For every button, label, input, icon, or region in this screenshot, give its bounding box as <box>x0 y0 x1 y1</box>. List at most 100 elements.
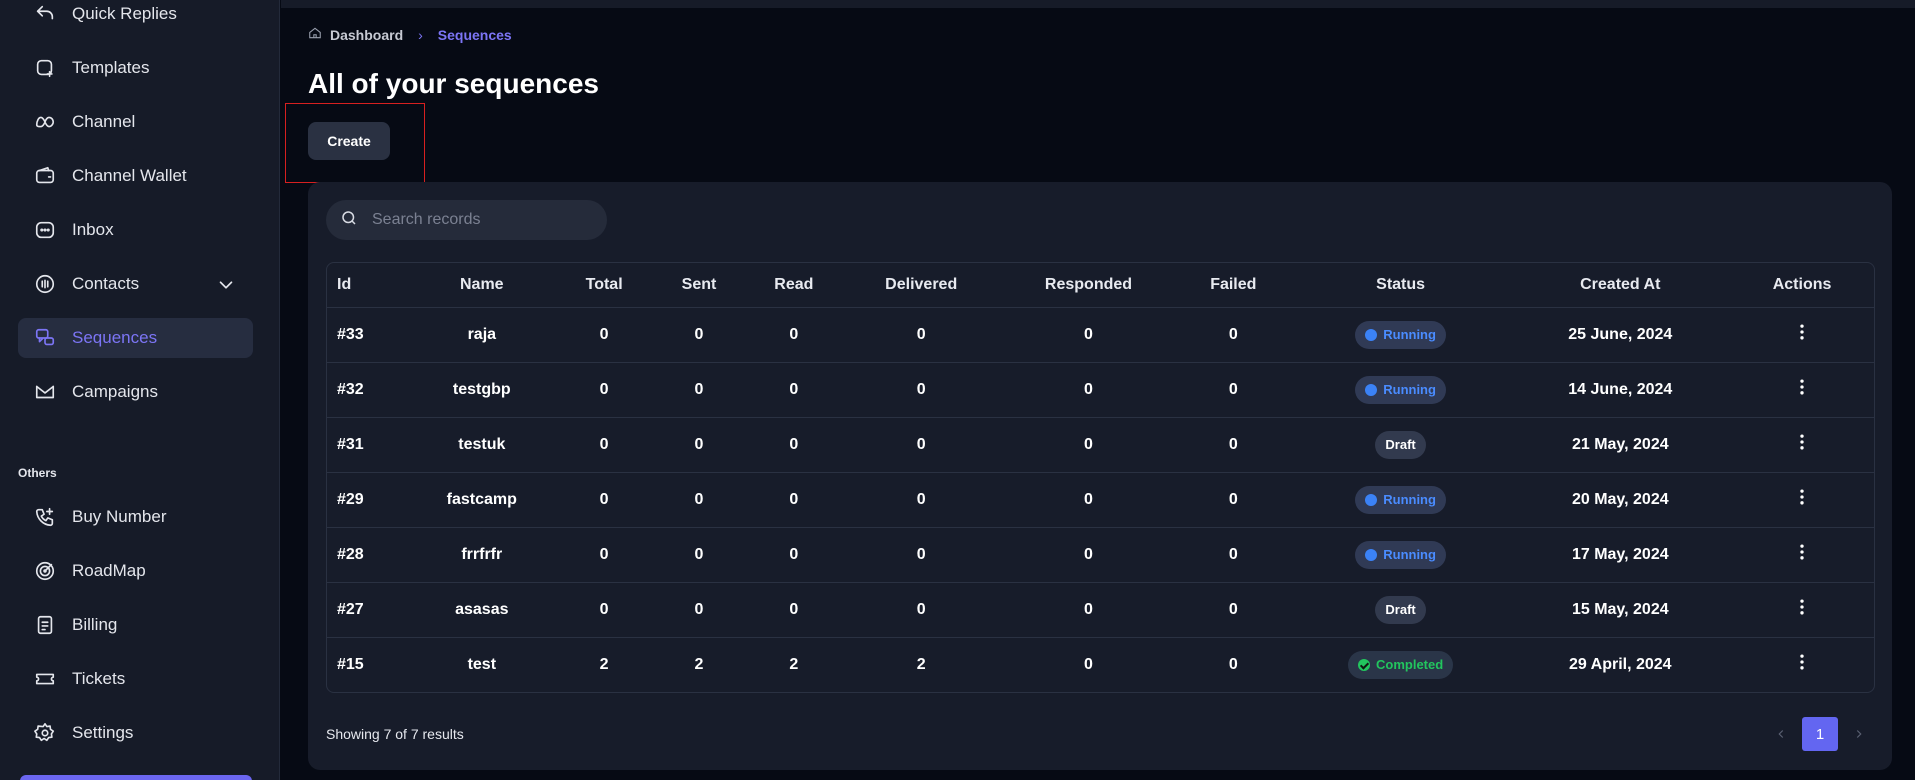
sidebar-item-label: Campaigns <box>72 382 158 401</box>
cell-created-at: 17 May, 2024 <box>1510 526 1731 582</box>
top-bar <box>281 0 1915 8</box>
cell-total: 0 <box>556 306 652 362</box>
cell-created-at: 29 April, 2024 <box>1510 636 1731 692</box>
table-row: #28 frrfrfr 0 0 0 0 0 0 Running 17 May, 2024 <box>327 526 1874 582</box>
cell-sent: 2 <box>651 636 747 692</box>
cell-delivered: 0 <box>841 416 1002 472</box>
campaigns-icon <box>34 381 56 403</box>
sidebar-item-label: Channel Wallet <box>72 166 187 185</box>
sidebar-item-label: Settings <box>72 723 134 742</box>
chevron-down-icon[interactable] <box>215 274 235 294</box>
status-badge: Running <box>1355 540 1446 569</box>
status-label: Running <box>1383 547 1436 562</box>
breadcrumb-current: Sequences <box>437 26 512 43</box>
reply-icon <box>34 3 56 25</box>
sidebar-item-roadmap[interactable]: RoadMap <box>18 551 253 591</box>
cell-read: 0 <box>746 416 842 472</box>
sidebar-item-billing[interactable]: Billing <box>18 605 253 645</box>
status-dot-icon <box>1365 493 1378 506</box>
cell-failed: 0 <box>1175 581 1291 637</box>
cell-responded: 0 <box>1001 636 1176 692</box>
cell-created-at: 20 May, 2024 <box>1510 471 1731 527</box>
sidebar-item-label: Quick Replies <box>72 4 177 23</box>
cell-sent: 0 <box>651 361 747 417</box>
pagination: 1 <box>1766 717 1874 751</box>
table-row: #33 raja 0 0 0 0 0 0 Running 25 June, 2024 <box>327 306 1874 362</box>
cell-sent: 0 <box>651 416 747 472</box>
sidebar-item-label: RoadMap <box>72 561 146 580</box>
cell-total: 2 <box>556 636 652 692</box>
cell-actions <box>1730 471 1874 527</box>
cell-read: 0 <box>746 581 842 637</box>
cell-failed: 0 <box>1175 471 1291 527</box>
more-vertical-icon[interactable] <box>1792 654 1812 676</box>
cell-name: testgbp <box>406 361 557 417</box>
column-header-total: Total <box>585 275 623 293</box>
status-label: Draft <box>1385 437 1416 452</box>
more-vertical-icon[interactable] <box>1792 489 1812 511</box>
sidebar-item-inbox[interactable]: Inbox <box>18 210 253 250</box>
cell-total: 0 <box>556 416 652 472</box>
table-header-row: Id Name Total Sent Read Delivered Respon… <box>327 263 1874 307</box>
more-vertical-icon[interactable] <box>1792 544 1812 566</box>
sequences-panel: Id Name Total Sent Read Delivered Respon… <box>308 182 1892 770</box>
more-vertical-icon[interactable] <box>1792 434 1812 456</box>
cell-sent: 0 <box>651 526 747 582</box>
status-label: Running <box>1383 382 1436 397</box>
cell-id: #28 <box>327 526 407 582</box>
sidebar-item-campaigns[interactable]: Campaigns <box>18 372 253 412</box>
cell-status: Running <box>1290 361 1511 417</box>
cell-failed: 0 <box>1175 361 1291 417</box>
cell-status: Draft <box>1290 581 1511 637</box>
cell-id: #32 <box>327 361 407 417</box>
cell-created-at: 15 May, 2024 <box>1510 581 1731 637</box>
status-badge: Running <box>1355 485 1446 514</box>
column-header-delivered: Delivered <box>885 275 958 293</box>
cell-id: #29 <box>327 471 407 527</box>
more-vertical-icon[interactable] <box>1792 379 1812 401</box>
sidebar-item-buy-number[interactable]: Buy Number <box>18 497 253 537</box>
chevron-left-icon[interactable] <box>1766 717 1796 751</box>
column-header-id: Id <box>337 275 352 293</box>
create-button[interactable]: Create <box>308 122 390 160</box>
breadcrumb-dashboard-link[interactable]: Dashboard <box>330 27 403 43</box>
page-title: All of your sequences <box>308 68 599 99</box>
cell-delivered: 0 <box>841 581 1002 637</box>
sidebar-item-quick-replies[interactable]: Quick Replies <box>18 0 253 34</box>
chevron-right-page-icon[interactable] <box>1844 717 1874 751</box>
status-badge: Draft <box>1375 595 1426 624</box>
cell-total: 0 <box>556 526 652 582</box>
cell-delivered: 0 <box>841 306 1002 362</box>
sidebar-item-templates[interactable]: Templates <box>18 48 253 88</box>
breadcrumb: Dashboard › Sequences <box>308 26 512 43</box>
sidebar-bottom-button[interactable] <box>20 775 252 780</box>
table-row: #29 fastcamp 0 0 0 0 0 0 Running 20 May, 2024 <box>327 471 1874 527</box>
column-header-created-at: Created At <box>1580 275 1661 293</box>
sidebar-item-sequences[interactable]: Sequences <box>18 318 253 358</box>
cell-responded: 0 <box>1001 581 1176 637</box>
sidebar-item-label: Tickets <box>72 669 126 688</box>
cell-status: Running <box>1290 306 1511 362</box>
sidebar-item-label: Templates <box>72 58 150 77</box>
page-button-current[interactable]: 1 <box>1802 717 1838 751</box>
sidebar-item-tickets[interactable]: Tickets <box>18 659 253 699</box>
status-badge: Running <box>1355 375 1446 404</box>
more-vertical-icon[interactable] <box>1792 324 1812 346</box>
sidebar-item-settings[interactable]: Settings <box>18 713 253 753</box>
sidebar-item-channel[interactable]: Channel <box>18 102 253 142</box>
status-label: Running <box>1383 492 1436 507</box>
sequences-icon <box>34 327 56 349</box>
sidebar-item-contacts[interactable]: Contacts <box>18 264 253 304</box>
sidebar-item-channel-wallet[interactable]: Channel Wallet <box>18 156 253 196</box>
cell-sent: 0 <box>651 471 747 527</box>
cell-actions <box>1730 636 1874 692</box>
more-vertical-icon[interactable] <box>1792 599 1812 621</box>
cell-failed: 0 <box>1175 636 1291 692</box>
cell-id: #31 <box>327 416 407 472</box>
contacts-icon <box>34 273 56 295</box>
search-input[interactable] <box>372 211 592 229</box>
cell-name: test <box>406 636 557 692</box>
cell-name: raja <box>406 306 557 362</box>
section-label-others: Others <box>18 466 57 480</box>
cell-created-at: 25 June, 2024 <box>1510 306 1731 362</box>
